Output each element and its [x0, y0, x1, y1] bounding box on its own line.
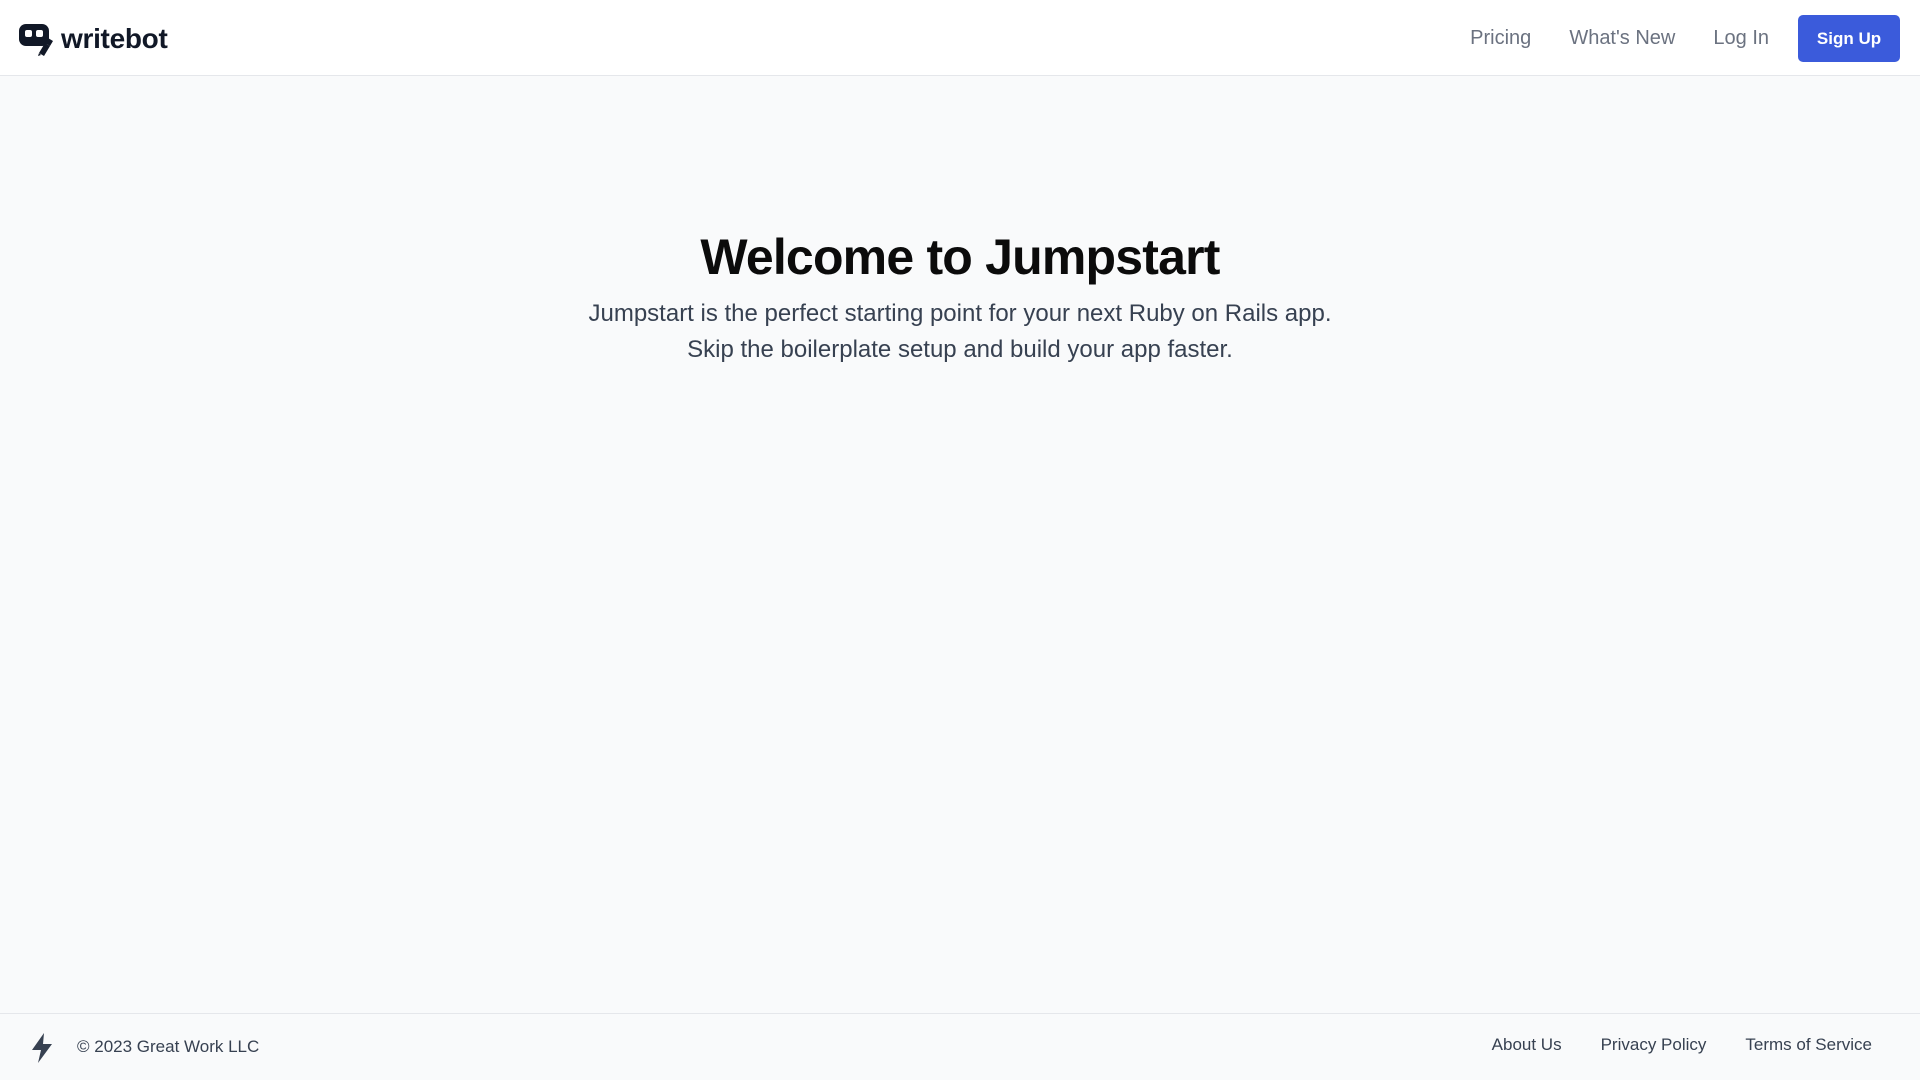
- writebot-logo-icon: [19, 24, 53, 56]
- nav-whats-new-link[interactable]: What's New: [1569, 27, 1675, 50]
- page: writebot Pricing What's New Log In Sign …: [0, 0, 1920, 1080]
- hero-section: Welcome to Jumpstart Jumpstart is the pe…: [0, 228, 1920, 368]
- site-header: writebot Pricing What's New Log In Sign …: [0, 0, 1920, 76]
- brand-logo-link[interactable]: writebot: [18, 22, 168, 56]
- top-nav: Pricing What's New Log In Sign Up: [1470, 15, 1900, 62]
- footer-terms-link[interactable]: Terms of Service: [1745, 1035, 1872, 1055]
- copyright-text: © 2023 Great Work LLC: [77, 1037, 260, 1056]
- hero-title: Welcome to Jumpstart: [700, 229, 1220, 285]
- sign-up-button[interactable]: Sign Up: [1798, 15, 1900, 62]
- nav-log-in-link[interactable]: Log In: [1713, 27, 1769, 50]
- hero-subtitle-line-1: Jumpstart is the perfect starting point …: [588, 300, 1332, 327]
- brand-name: writebot: [61, 23, 168, 54]
- hero-subtitle: Jumpstart is the perfect starting point …: [0, 296, 1920, 368]
- footer-about-link[interactable]: About Us: [1492, 1035, 1562, 1055]
- hero-subtitle-line-2: Skip the boilerplate setup and build you…: [687, 336, 1233, 363]
- lightning-bolt-icon: [32, 1033, 52, 1063]
- footer-privacy-link[interactable]: Privacy Policy: [1601, 1035, 1707, 1055]
- footer-nav: About Us Privacy Policy Terms of Service: [1492, 1035, 1872, 1055]
- nav-pricing-link[interactable]: Pricing: [1470, 27, 1531, 50]
- site-footer: © 2023 Great Work LLC About Us Privacy P…: [0, 1013, 1920, 1080]
